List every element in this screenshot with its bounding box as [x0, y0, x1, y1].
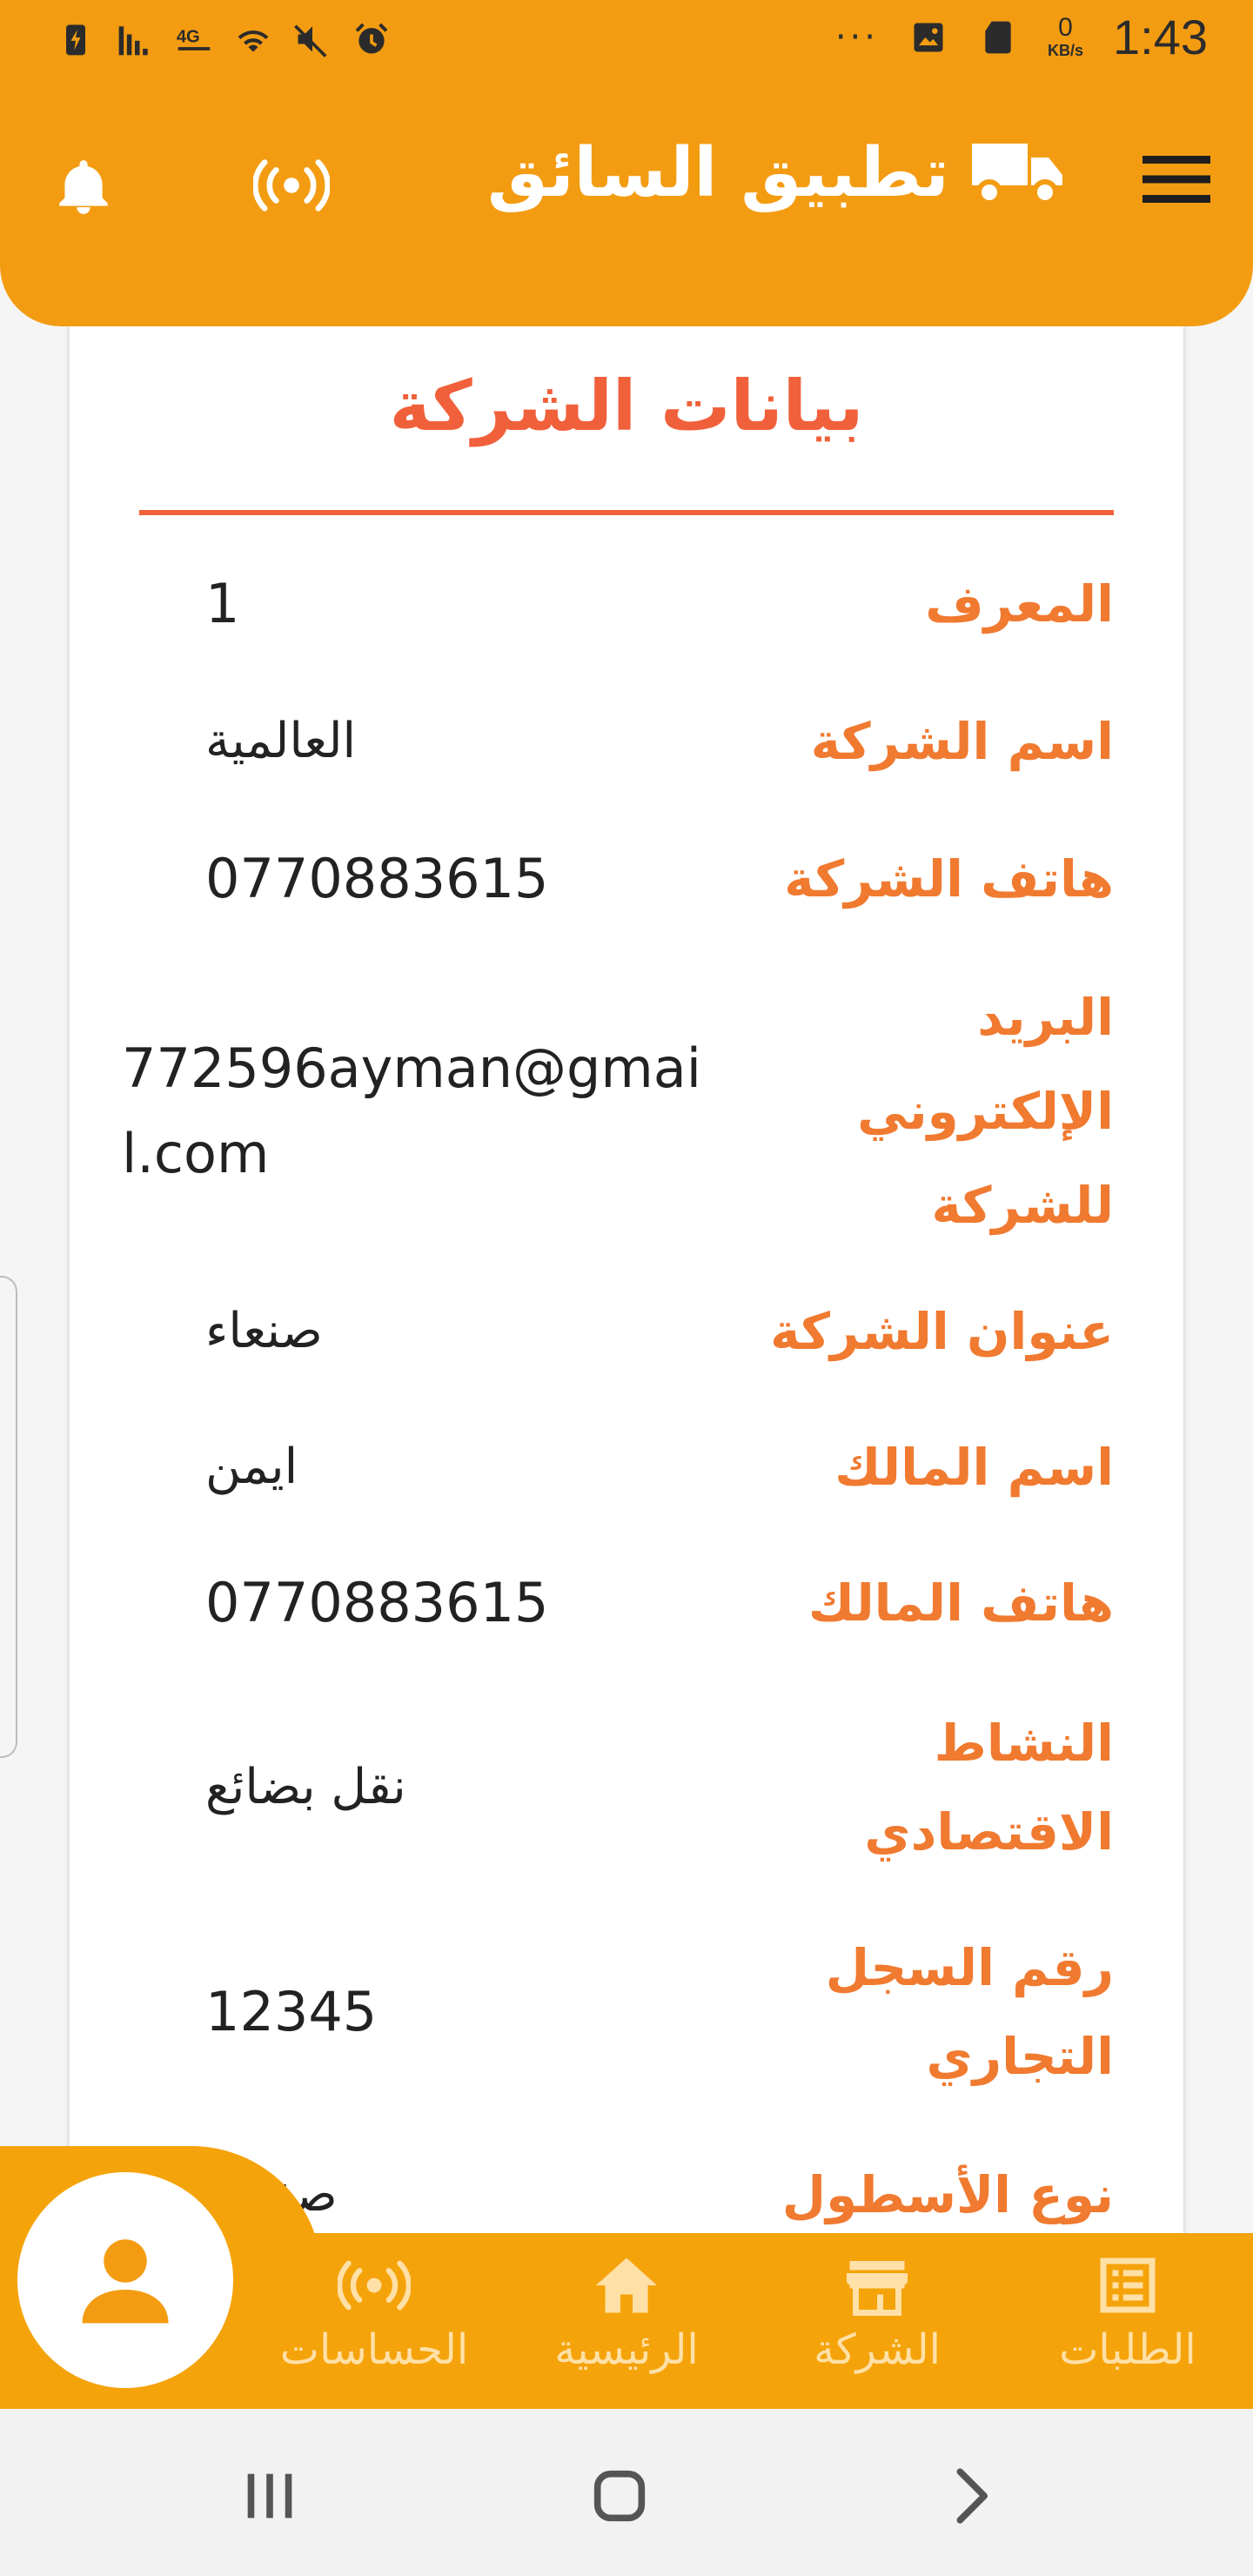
- truck-icon: [968, 132, 1066, 214]
- row-label: النشاط الاقتصادي: [864, 1714, 1114, 1862]
- profile-button[interactable]: [17, 2172, 233, 2388]
- bell-icon: [59, 160, 108, 214]
- sensors-button[interactable]: [252, 155, 331, 216]
- network-4g-icon: 4G: [174, 19, 214, 59]
- store-icon: [847, 2261, 908, 2316]
- row-label: هاتف الشركة: [784, 849, 1114, 909]
- notifications-button[interactable]: [49, 148, 118, 226]
- image-notification-icon: [908, 17, 948, 57]
- info-row-owner-phone: هاتف المالك 0770883615: [122, 1556, 1114, 1650]
- row-value: نقل بضائع: [205, 1759, 406, 1815]
- row-label: رقم السجل التجاري: [825, 1938, 1114, 2086]
- status-bar: 4G ··· 0 KB/s 1:43: [0, 0, 1253, 87]
- card-title: بيانات الشركة: [389, 366, 864, 446]
- row-value: العالمية: [205, 713, 357, 769]
- nav-item-company[interactable]: الشركة: [755, 2238, 999, 2404]
- mute-icon: [292, 19, 332, 59]
- row-value: صنعاء: [205, 1303, 323, 1359]
- row-value: 12345: [205, 1980, 378, 2043]
- company-info-card: بيانات الشركة المعرف 1 اسم الشركة العالم…: [70, 324, 1183, 2264]
- row-label: نوع الأسطول: [781, 2165, 1114, 2224]
- nav-label: الرئيسية: [554, 2325, 699, 2374]
- row-label: عنوان الشركة: [770, 1302, 1114, 1361]
- sensors-icon: [253, 159, 330, 211]
- info-row-id: المعرف 1: [122, 557, 1114, 651]
- person-icon: [82, 2239, 169, 2324]
- sensors-icon: [338, 2260, 411, 2311]
- battery-charging-icon: [56, 19, 96, 59]
- row-value: 772596ayman@gmail.com: [122, 1036, 702, 1185]
- app-title: تطبيق السائق: [487, 134, 949, 212]
- home-icon: [596, 2257, 657, 2313]
- row-label: اسم الشركة: [810, 712, 1114, 771]
- wifi-icon: [233, 19, 273, 59]
- nav-label: الحساسات: [279, 2325, 469, 2374]
- alarm-icon: [352, 19, 392, 59]
- title-divider: [139, 510, 1114, 515]
- more-notifications-indicator: ···: [834, 17, 879, 57]
- row-value: ايمن: [205, 1439, 298, 1495]
- network-speed-indicator: 0 KB/s: [1047, 12, 1083, 59]
- signal-bars-icon: [115, 19, 155, 59]
- nav-label: الشركة: [814, 2325, 941, 2374]
- info-row-company-name: اسم الشركة العالمية: [122, 694, 1114, 788]
- row-value: 0770883615: [205, 847, 549, 910]
- hamburger-menu-icon: [1142, 156, 1210, 203]
- home-square-icon: [593, 2470, 646, 2522]
- nav-item-sensors[interactable]: الحساسات: [252, 2238, 496, 2404]
- chevron-right-icon: [956, 2468, 988, 2524]
- nav-label: الطلبات: [1059, 2325, 1196, 2374]
- orders-icon: [1100, 2257, 1156, 2313]
- row-label: هاتف المالك: [807, 1573, 1114, 1633]
- row-value: 1: [205, 572, 240, 635]
- info-row-company-phone: هاتف الشركة 0770883615: [122, 832, 1114, 926]
- info-row-economic-activity: النشاط الاقتصادي نقل بضائع: [122, 1692, 1114, 1883]
- info-row-owner-name: اسم المالك ايمن: [122, 1420, 1114, 1514]
- menu-button[interactable]: [1142, 144, 1211, 214]
- back-button[interactable]: [928, 2461, 1015, 2531]
- info-row-commercial-register: رقم السجل التجاري 12345: [122, 1916, 1114, 2108]
- row-label: البريد الإلكتروني للشركة: [857, 988, 1114, 1235]
- svg-text:4G: 4G: [177, 28, 200, 47]
- recent-apps-icon: [247, 2473, 292, 2519]
- row-label: المعرف: [925, 574, 1114, 634]
- info-row-company-address: عنوان الشركة صنعاء: [122, 1285, 1114, 1379]
- system-navigation-bar: [0, 2409, 1253, 2576]
- drawer-edge-handle[interactable]: [0, 1276, 17, 1758]
- info-row-company-email: البريد الإلكتروني للشركة 772596ayman@gma…: [122, 968, 1114, 1255]
- row-value: 0770883615: [205, 1571, 549, 1634]
- clock: 1:43: [1113, 10, 1208, 64]
- nav-item-home[interactable]: الرئيسية: [505, 2238, 748, 2404]
- row-label: اسم المالك: [834, 1438, 1114, 1497]
- app-bar: تطبيق السائق: [0, 87, 1253, 326]
- app-title-group: تطبيق السائق: [487, 132, 1066, 214]
- recent-apps-button[interactable]: [226, 2461, 313, 2531]
- sd-card-icon: [978, 17, 1018, 57]
- home-system-button[interactable]: [576, 2461, 663, 2531]
- nav-item-orders[interactable]: الطلبات: [1006, 2238, 1250, 2404]
